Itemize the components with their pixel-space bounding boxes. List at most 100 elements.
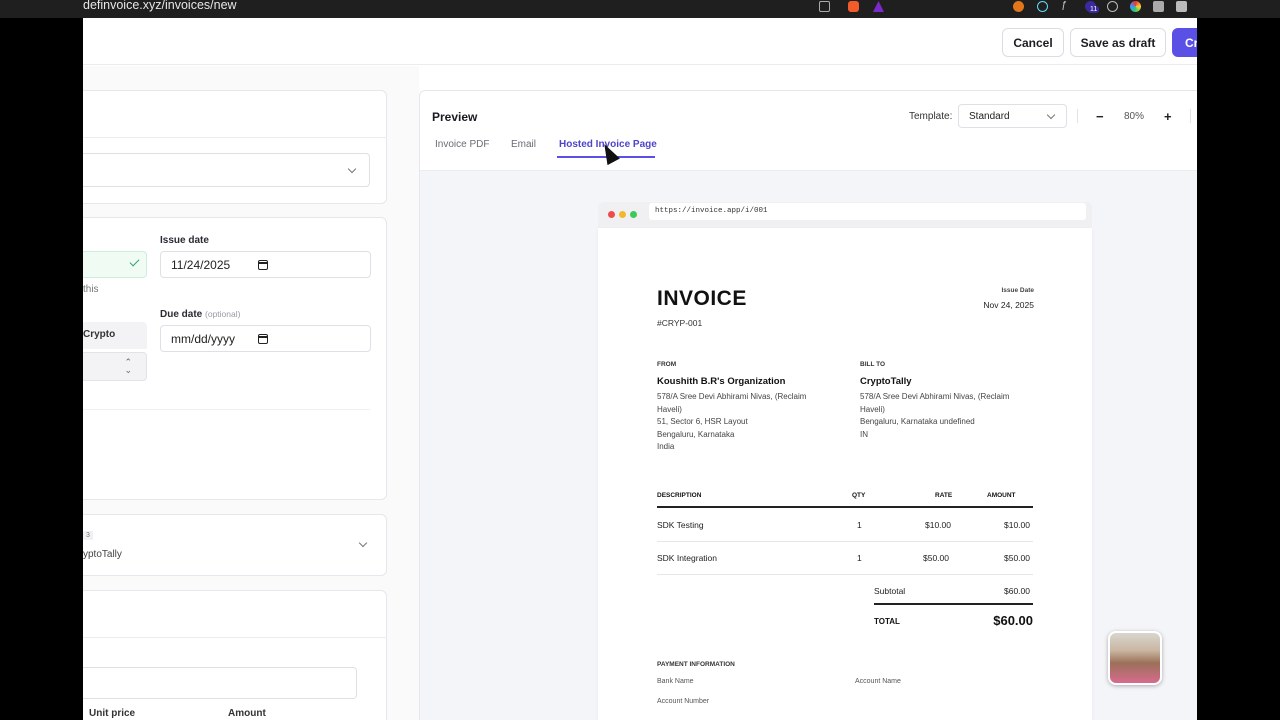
bill-to-label: BILL TO [860, 361, 886, 368]
address-line: India [657, 442, 675, 451]
bank-name-label: Bank Name [657, 678, 694, 685]
address-line: 578/A Sree Devi Abhirami Nivas, (Reclaim [860, 392, 1010, 401]
network-select[interactable]: ⌃ ⌄ [83, 352, 147, 381]
from-address: 578/A Sree Devi Abhirami Nivas, (Reclaim… [657, 391, 837, 454]
zoom-out-button[interactable]: − [1096, 109, 1104, 124]
client-card[interactable]: 3 yptoTally [83, 514, 387, 576]
cancel-button[interactable]: Cancel [1002, 28, 1064, 57]
optional-tag: (optional) [205, 309, 241, 319]
currency-select[interactable] [83, 153, 370, 187]
row-amount: $50.00 [1004, 553, 1030, 563]
total-value: $60.00 [993, 613, 1033, 628]
issue-date-label: Issue date [160, 235, 209, 246]
issue-date-input[interactable]: 11/24/2025 [160, 251, 371, 278]
invoice-title: INVOICE [657, 287, 747, 310]
calendar-icon [258, 260, 268, 270]
invoice-details-card [83, 90, 387, 204]
address-bar[interactable]: definvoice.xyz/invoices/new [83, 0, 237, 12]
subtotal-value: $60.00 [1004, 586, 1030, 596]
row-amount: $10.00 [1004, 520, 1030, 530]
issue-date-value: Nov 24, 2025 [983, 300, 1034, 310]
col-description: DESCRIPTION [657, 492, 702, 499]
due-date-placeholder: mm/dd/yyyy [171, 331, 236, 346]
minimize-dot-icon [619, 211, 626, 218]
item-description-input[interactable] [83, 667, 357, 699]
client-badge: 3 [83, 531, 93, 540]
template-select[interactable]: Standard [958, 104, 1067, 128]
due-date-label: Due date (optional) [160, 309, 240, 320]
col-amount: AMOUNT [987, 492, 1016, 499]
unit-price-header: Unit price [89, 708, 136, 719]
total-label: TOTAL [874, 617, 900, 626]
calendar-icon [258, 334, 268, 344]
address-line: 578/A Sree Devi Abhirami Nivas, (Reclaim [657, 392, 807, 401]
maximize-dot-icon [630, 211, 637, 218]
due-date-input[interactable]: mm/dd/yyyy [160, 325, 371, 352]
address-line: Haveli) [657, 404, 682, 414]
brave-shield-icon[interactable] [848, 1, 859, 12]
account-name-label: Account Name [855, 678, 901, 685]
payment-type-tab[interactable]: Crypto [83, 322, 147, 349]
extension-fx-icon[interactable]: ƒ [1061, 0, 1072, 11]
bill-to-address: 578/A Sree Devi Abhirami Nivas, (Reclaim… [860, 391, 1040, 441]
row-description: SDK Testing [657, 520, 704, 530]
tab-invoice-pdf[interactable]: Invoice PDF [435, 139, 489, 150]
payment-info-label: PAYMENT INFORMATION [657, 661, 735, 668]
issue-date-label: Issue Date [1001, 287, 1034, 294]
extension-color-icon[interactable] [1130, 1, 1141, 12]
mock-url-field: https://invoice.app/i/001 [649, 203, 1086, 220]
webcam-avatar [1108, 631, 1162, 685]
divider [1077, 109, 1078, 123]
total-rule [874, 603, 1033, 605]
extension-circle-icon[interactable] [1107, 1, 1118, 12]
mock-browser-bar: https://invoice.app/i/001 [598, 202, 1092, 228]
invoice-editor-app: Cancel Save as draft Cr this Issue date … [83, 18, 1197, 720]
row-description: SDK Integration [657, 553, 718, 563]
row-divider [657, 574, 1033, 575]
template-label: Template: [909, 111, 953, 122]
address-line: Bengaluru, Karnataka [657, 429, 735, 439]
chevron-down-icon [1046, 110, 1056, 120]
row-qty: 1 [857, 553, 862, 563]
chevron-down-icon [347, 164, 357, 174]
divider [83, 137, 387, 138]
chevron-down-icon [358, 538, 368, 548]
from-name: Koushith B.R's Organization [657, 376, 786, 387]
tab-email[interactable]: Email [511, 139, 536, 150]
amount-header: Amount [228, 708, 266, 719]
close-dot-icon [608, 211, 615, 218]
invoice-form: this Issue date 11/24/2025 Due date (opt… [83, 66, 419, 720]
save-draft-button[interactable]: Save as draft [1070, 28, 1166, 57]
divider [1190, 109, 1191, 123]
client-name: yptoTally [83, 549, 122, 560]
template-value: Standard [969, 111, 1010, 122]
bill-to-name: CryptoTally [860, 376, 912, 387]
zoom-in-button[interactable]: + [1164, 109, 1172, 124]
dates-card: this Issue date 11/24/2025 Due date (opt… [83, 217, 387, 500]
invoice-number: #CRYP-001 [657, 318, 703, 328]
extension-fox-icon[interactable] [1013, 1, 1024, 12]
check-icon [129, 256, 140, 267]
row-rate: $10.00 [925, 520, 951, 530]
address-line: Bengaluru, Karnataka undefined [860, 417, 975, 426]
address-line: Haveli) [860, 404, 885, 414]
extension-badge: 11 [1088, 6, 1100, 13]
table-header-rule [657, 506, 1033, 508]
create-invoice-button[interactable]: Cr [1172, 28, 1197, 57]
camera-icon[interactable] [1153, 1, 1164, 12]
hosted-invoice-page: INVOICE #CRYP-001 Issue Date Nov 24, 202… [598, 228, 1092, 720]
col-qty: QTY [852, 492, 866, 499]
invoice-number-input[interactable] [83, 251, 147, 278]
share-icon[interactable] [819, 1, 830, 12]
line-items-card: Unit price Amount [83, 590, 387, 720]
preview-title: Preview [432, 110, 478, 124]
updown-icon: ⌃ ⌄ [124, 357, 132, 375]
subtotal-label: Subtotal [874, 586, 906, 596]
action-bar: Cancel Save as draft Cr [83, 18, 1197, 65]
row-qty: 1 [857, 520, 862, 530]
extension-react-icon[interactable] [1037, 1, 1048, 12]
brave-rewards-icon[interactable] [873, 1, 884, 12]
browser-toolbar: definvoice.xyz/invoices/new ƒ 11 [0, 0, 1280, 18]
from-label: FROM [657, 361, 677, 368]
extensions-puzzle-icon[interactable] [1176, 1, 1187, 12]
